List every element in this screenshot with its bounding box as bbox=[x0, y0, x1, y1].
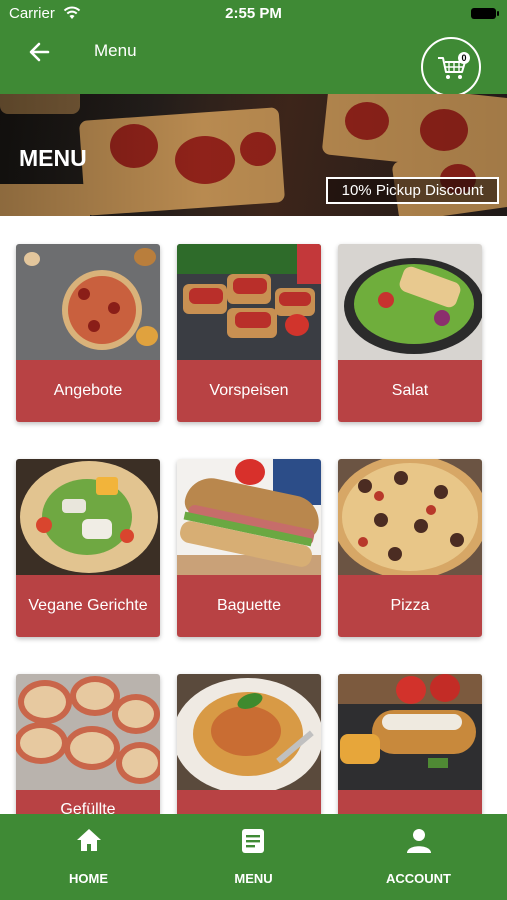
category-card-baguette[interactable]: Baguette bbox=[177, 459, 321, 637]
category-label: Pizza bbox=[338, 575, 482, 637]
category-card-angebote[interactable]: Angebote bbox=[16, 244, 160, 422]
category-label bbox=[177, 790, 321, 814]
category-card-pasta[interactable] bbox=[177, 674, 321, 814]
nav-menu[interactable]: MENU bbox=[169, 814, 338, 900]
category-label: Vegane Gerichte bbox=[16, 575, 160, 637]
account-icon bbox=[407, 829, 431, 853]
home-icon bbox=[77, 829, 101, 851]
schnitzel-image bbox=[338, 674, 482, 790]
back-button[interactable] bbox=[26, 38, 54, 66]
banner-title: MENU bbox=[19, 145, 87, 171]
pickup-discount-badge[interactable]: 10% Pickup Discount bbox=[326, 177, 499, 204]
bottom-navigation: HOME MENU ACCOUNT bbox=[0, 814, 507, 900]
category-card-salat[interactable]: Salat bbox=[338, 244, 482, 422]
top-bar: Carrier 2:55 PM Menu 0 bbox=[0, 0, 507, 97]
category-card-vegane-gerichte[interactable]: Vegane Gerichte bbox=[16, 459, 160, 637]
vegan-wrap-image bbox=[16, 459, 160, 575]
nav-account-label: ACCOUNT bbox=[386, 871, 451, 886]
category-label: Vorspeisen bbox=[177, 360, 321, 422]
category-label bbox=[338, 790, 482, 814]
nav-account[interactable]: ACCOUNT bbox=[334, 814, 503, 900]
nav-home-label: HOME bbox=[69, 871, 108, 886]
clock: 2:55 PM bbox=[225, 5, 282, 22]
pizza-with-sides-image bbox=[16, 244, 160, 360]
category-card-gefuellte[interactable]: Gefüllte bbox=[16, 674, 160, 814]
category-label: Angebote bbox=[16, 360, 160, 422]
category-card-pizza[interactable]: Pizza bbox=[338, 459, 482, 637]
pizza-rolls-image bbox=[16, 674, 160, 790]
page-title: Menu bbox=[94, 41, 137, 60]
baguette-sandwich-image bbox=[177, 459, 321, 575]
category-card-schnitzel[interactable] bbox=[338, 674, 482, 814]
spaghetti-image bbox=[177, 674, 321, 790]
salad-image bbox=[338, 244, 482, 360]
nav-home[interactable]: HOME bbox=[4, 814, 173, 900]
nav-menu-label: MENU bbox=[234, 871, 273, 886]
category-card-vorspeisen[interactable]: Vorspeisen bbox=[177, 244, 321, 422]
arrow-left-icon bbox=[29, 42, 50, 62]
cart-button[interactable]: 0 bbox=[421, 37, 481, 97]
menu-banner: MENU 10% Pickup Discount bbox=[0, 94, 507, 216]
category-label: Salat bbox=[338, 360, 482, 422]
category-grid: Angebote Vorspeisen Salat Vegane Gericht… bbox=[0, 230, 507, 814]
cart-count-badge: 0 bbox=[458, 52, 470, 64]
pizza-image bbox=[338, 459, 482, 575]
category-label: Gefüllte bbox=[16, 790, 160, 814]
bruschetta-image bbox=[177, 244, 321, 360]
category-label: Baguette bbox=[177, 575, 321, 637]
battery-icon bbox=[471, 8, 499, 19]
status-bar: Carrier 2:55 PM bbox=[0, 0, 507, 28]
menu-list-icon bbox=[242, 829, 264, 853]
